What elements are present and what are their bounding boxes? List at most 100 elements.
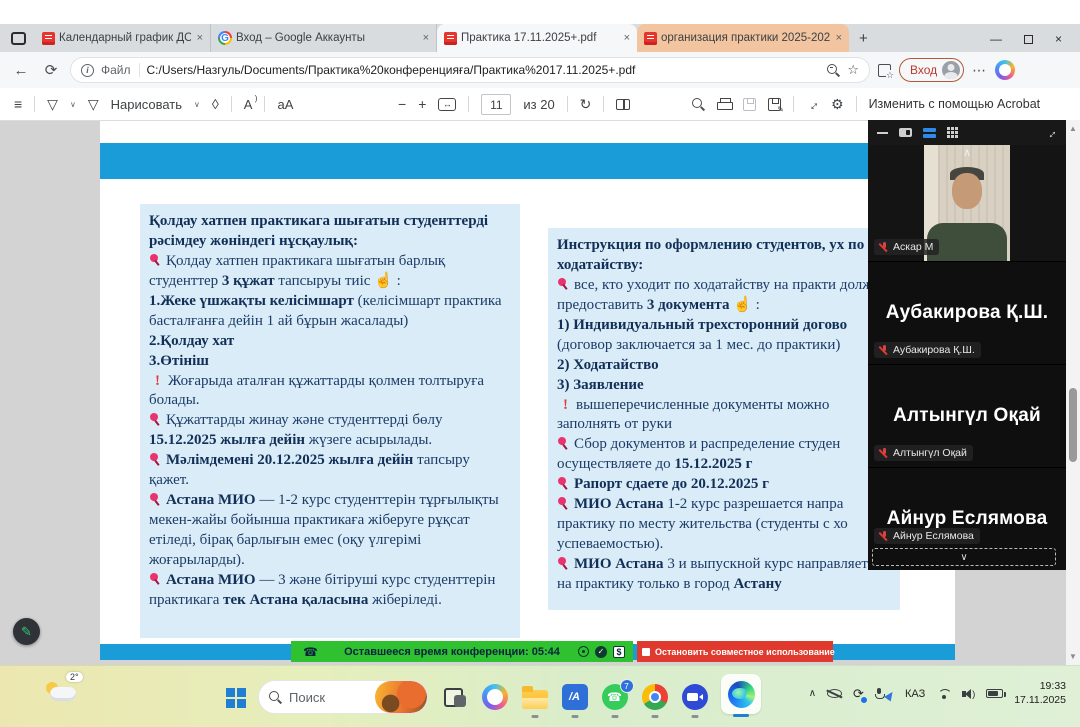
slide-paragraph: !Жоғарыда аталған құжаттарды қолмен толт…	[149, 372, 511, 412]
signin-button[interactable]: Вход	[899, 58, 964, 82]
rotate-icon[interactable]: ↻	[580, 96, 592, 113]
tab-close-icon[interactable]: ×	[197, 32, 203, 44]
system-tray: ∧ ⟳ КАЗ ) 19:33 17.11.2025	[809, 680, 1066, 707]
text-run: Мәлімдемені 20.12.2025 жылға дейін	[166, 452, 413, 468]
hidden-icons-icon[interactable]	[827, 689, 842, 698]
meeting-panel: ↔ ∧ Аскар М Аубакирова Қ.Ш.Аубакирова Қ.…	[868, 120, 1066, 570]
speaker-icon[interactable]: )	[962, 689, 975, 699]
read-aloud-icon[interactable]: A	[244, 97, 253, 112]
new-tab-button[interactable]: +	[859, 30, 868, 47]
back-icon[interactable]: ←	[10, 62, 32, 79]
translate-icon[interactable]: аА	[277, 97, 293, 112]
mic-location-icons[interactable]	[875, 688, 894, 700]
stop-sharing-bar[interactable]: Остановить совместное использование	[637, 641, 833, 662]
close-button[interactable]: ×	[1055, 32, 1062, 46]
zoom-in-icon[interactable]: +	[418, 96, 426, 112]
page-view-icon[interactable]	[616, 99, 630, 110]
browser-tab[interactable]: Вход – Google Аккаунты×	[211, 24, 437, 52]
zoom-out-icon[interactable]: −	[398, 96, 406, 112]
edit-with-acrobat-button[interactable]: Изменить с помощью Acrobat	[869, 97, 1041, 111]
language-indicator[interactable]: КАЗ	[905, 688, 925, 700]
sync-icon[interactable]: ⟳	[853, 686, 864, 702]
text-run: :	[393, 273, 401, 289]
save-as-icon[interactable]: ✎	[768, 98, 781, 111]
slide-right-textbox: Инструкция по оформлению студентов, ух п…	[548, 228, 900, 610]
tab-close-icon[interactable]: ×	[423, 32, 429, 44]
stacked-view-icon[interactable]	[923, 128, 936, 138]
tab-close-icon[interactable]: ×	[836, 32, 842, 44]
pdf-toolbar: ≡ ▽ ∨ ▽ Нарисовать ∨ ◊ A аА − + ↔ 11 из …	[0, 88, 1080, 121]
draw-label[interactable]: Нарисовать	[111, 97, 182, 112]
text-run: Жоғарыда аталған құжаттарды қолмен толты…	[149, 373, 484, 409]
highlighter-icon[interactable]: ▽	[47, 96, 58, 113]
grid-view-icon[interactable]	[947, 127, 950, 130]
check-icon[interactable]: ✓	[595, 646, 607, 658]
speaker-view-icon[interactable]	[899, 128, 912, 137]
expand-panel-icon[interactable]: ↔	[1042, 123, 1060, 141]
wifi-icon[interactable]	[936, 688, 951, 699]
info-icon[interactable]: i	[81, 64, 94, 77]
fullscreen-icon[interactable]: ↔	[803, 94, 823, 114]
chrome-button[interactable]	[641, 684, 668, 711]
scrollbar-thumb[interactable]	[1069, 388, 1077, 462]
scroll-up-icon[interactable]: ▲	[1066, 124, 1080, 133]
tray-chevron-icon[interactable]: ∧	[809, 688, 816, 699]
minimize-panel-icon[interactable]	[877, 132, 888, 134]
whatsapp-button[interactable]: ☎ 7	[601, 684, 628, 711]
copilot-button[interactable]	[481, 684, 508, 711]
browser-tab[interactable]: Практика 17.11.2025+.pdf×	[437, 24, 637, 52]
address-bar[interactable]: i Файл C:/Users/Назгуль/Documents/Практи…	[70, 57, 870, 83]
edge-button[interactable]	[721, 674, 761, 714]
browser-tab[interactable]: организация практики 2025-202×	[637, 24, 849, 52]
annotate-pen-button[interactable]: ✎	[13, 618, 40, 645]
pin-icon	[149, 413, 161, 425]
zoom-search-icon[interactable]	[827, 64, 840, 77]
scroll-down-icon[interactable]: ▼	[1066, 652, 1080, 661]
clock[interactable]: 19:33 17.11.2025	[1014, 680, 1066, 707]
battery-icon[interactable]	[986, 689, 1003, 698]
eraser-icon[interactable]: ◊	[212, 96, 219, 112]
conference-time-label: Оставшееся время конференции: 05:44	[326, 646, 578, 658]
zoom-button[interactable]	[681, 684, 708, 711]
print-icon[interactable]	[717, 98, 731, 110]
tab-close-icon[interactable]: ×	[624, 32, 630, 44]
more-menu-icon[interactable]: ⋯	[972, 62, 987, 79]
browser-tab[interactable]: Календарный график ДОТ 2025-×	[35, 24, 211, 52]
search-icon[interactable]	[692, 98, 705, 111]
refresh-icon[interactable]: ⟳	[40, 61, 62, 79]
text-run: тек Астана қаласына	[223, 592, 368, 608]
text-run: жіберіледі.	[368, 592, 442, 608]
page-number-input[interactable]: 11	[481, 94, 511, 115]
file-explorer-button[interactable]	[521, 684, 548, 711]
active-speaker-tile[interactable]: ∧ Аскар М	[868, 145, 1066, 261]
whatsapp-icon: ☎ 7	[602, 684, 628, 710]
scrollbar[interactable]: ▲ ▼	[1066, 120, 1080, 665]
draw-dropdown-icon[interactable]: ∨	[194, 100, 200, 109]
collections-icon[interactable]	[878, 64, 891, 77]
copilot-icon[interactable]	[995, 60, 1015, 80]
fit-width-icon[interactable]: ↔	[438, 98, 456, 111]
weather-widget[interactable]: 2°	[46, 678, 86, 708]
text-run: 3) Заявление	[557, 377, 644, 393]
start-button[interactable]	[226, 688, 235, 697]
window-icon[interactable]	[11, 32, 26, 45]
favorite-star-icon[interactable]: ☆	[847, 62, 859, 78]
dollar-icon[interactable]: $	[613, 646, 625, 658]
maximize-button[interactable]	[1024, 35, 1033, 44]
contents-icon[interactable]: ≡	[14, 96, 22, 112]
mic-muted-icon	[880, 242, 889, 253]
minimize-button[interactable]: —	[990, 32, 1002, 46]
participant-label: Айнур Еслямова	[874, 528, 980, 544]
show-more-participants-button[interactable]: ∨	[872, 548, 1056, 566]
search-box[interactable]: Поиск	[258, 680, 428, 714]
url-text[interactable]: C:/Users/Назгуль/Documents/Практика%20ко…	[147, 63, 821, 77]
collapse-video-icon[interactable]: ∧	[963, 146, 971, 159]
task-view-button[interactable]	[441, 684, 468, 711]
highlighter-dropdown-icon[interactable]: ∨	[70, 100, 76, 109]
draw-pen-icon[interactable]: ▽	[88, 96, 99, 113]
record-icon[interactable]	[578, 646, 589, 657]
search-highlight-image[interactable]	[375, 681, 427, 713]
pin-icon	[557, 477, 569, 489]
a-app-button[interactable]: /A	[561, 684, 588, 711]
settings-gear-icon[interactable]: ⚙	[831, 96, 844, 113]
